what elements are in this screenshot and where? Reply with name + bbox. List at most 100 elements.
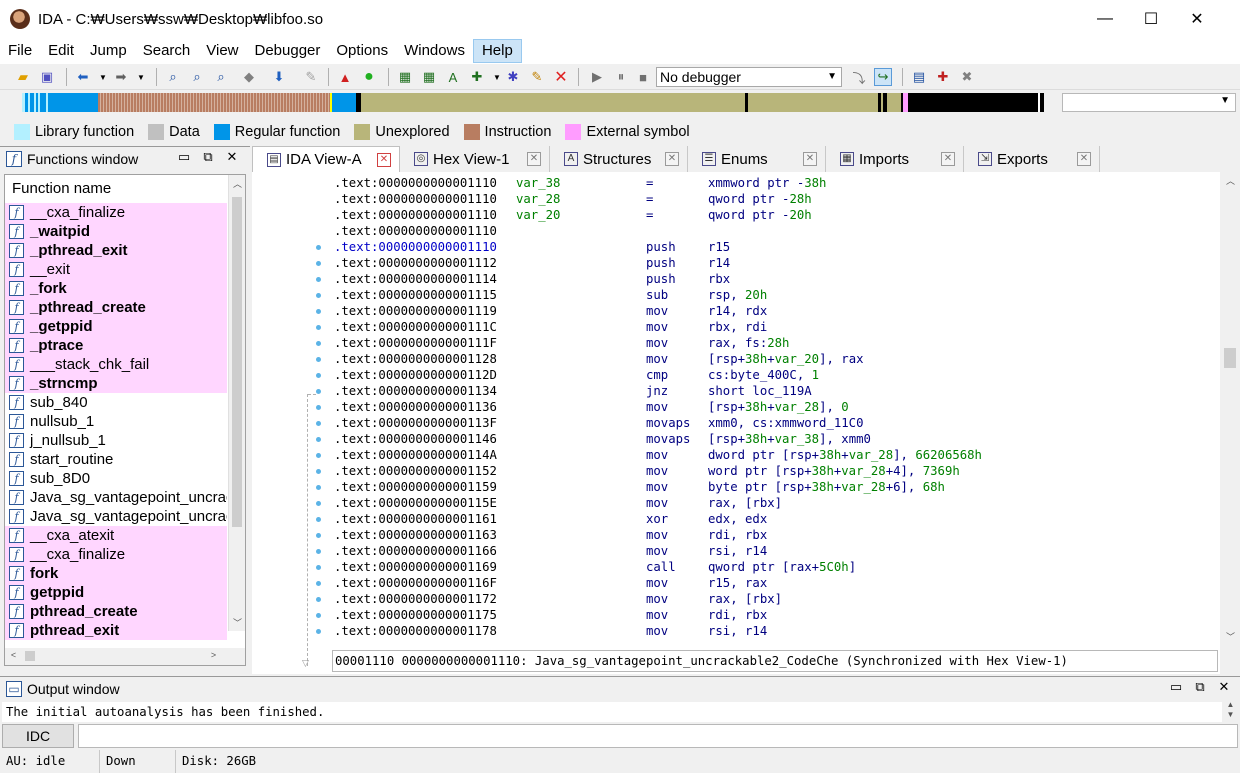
breakpoint-dot[interactable] (316, 581, 321, 586)
breakpoint-dot[interactable] (316, 357, 321, 362)
menu-help[interactable]: Help (472, 39, 522, 63)
function-list-item[interactable]: f Java_sg_vantagepoint_uncrackable2_CodeC… (5, 507, 227, 526)
function-list-item[interactable]: f fork (5, 564, 227, 583)
search-next-icon[interactable]: ◆ (240, 68, 258, 86)
scrollbar-thumb[interactable] (25, 651, 35, 661)
breakpoint-dot[interactable] (316, 453, 321, 458)
disasm-line[interactable]: .text:000000000000115E mov rax, [rbx] (334, 495, 1218, 511)
function-list-item[interactable]: f pthread_exit (5, 621, 227, 640)
tab-imports[interactable]: ▦ Imports ✕ (826, 146, 964, 172)
breakpoint-dot[interactable] (316, 293, 321, 298)
function-list-item[interactable]: f _ptrace (5, 336, 227, 355)
breakpoint-dot[interactable] (316, 261, 321, 266)
disasm-line[interactable]: .text:0000000000001115 sub rsp, 20h (334, 287, 1218, 303)
disasm-line[interactable]: .text:0000000000001110 push r15 (334, 239, 1218, 255)
breakpoint-dot[interactable] (316, 565, 321, 570)
search-immediate-icon[interactable]: ⌕ (212, 68, 230, 86)
menu-debugger[interactable]: Debugger (247, 39, 329, 63)
breakpoint-dot[interactable] (316, 629, 321, 634)
disasm-line[interactable]: .text:0000000000001128 mov [rsp+38h+var_20… (334, 351, 1218, 367)
function-list-item[interactable]: f sub_840 (5, 393, 227, 412)
make-code-icon[interactable]: ▦ (396, 68, 414, 86)
close-tab-icon[interactable]: ✕ (803, 152, 817, 166)
menu-search[interactable]: Search (135, 39, 199, 63)
warning-icon[interactable]: ▲ (336, 68, 354, 86)
disasm-line[interactable]: .text:0000000000001136 mov [rsp+38h+var_28… (334, 399, 1218, 415)
scroll-up-icon[interactable]: ︿ (1222, 174, 1239, 187)
mark-position-icon[interactable]: ✎ (302, 68, 320, 86)
function-list-item[interactable]: f _getppid (5, 317, 227, 336)
scroll-up-icon[interactable]: ▲ (1222, 700, 1239, 709)
disasm-line[interactable]: .text:000000000000112D cmp cs:byte_400C, 1 (334, 367, 1218, 383)
jump-down-icon[interactable]: ⬇ (270, 68, 288, 86)
function-list-item[interactable]: f Java_sg_vantagepoint_uncrackable2_MainA… (5, 488, 227, 507)
forward-arrow-icon[interactable]: ➡ (112, 68, 130, 86)
navigation-bar[interactable] (22, 93, 1048, 112)
disasm-line[interactable]: .text:000000000000113F movaps xmm0, cs:xmm… (334, 415, 1218, 431)
breakpoint-dot[interactable] (316, 341, 321, 346)
graph-icon[interactable]: ✱ (504, 68, 522, 86)
breakpoint-dot[interactable] (316, 325, 321, 330)
disasm-line[interactable]: .text:0000000000001166 mov rsi, r14 (334, 543, 1218, 559)
close-tab-icon[interactable]: ✕ (527, 152, 541, 166)
forward-dropdown-icon[interactable]: ▼ (132, 68, 150, 86)
make-data-icon[interactable]: ▦ (420, 68, 438, 86)
breakpoint-dot[interactable] (316, 309, 321, 314)
ida-view-a[interactable]: ▽ .text:0000000000001110 var_38 = xmmword p… (252, 172, 1240, 674)
float-panel-icon[interactable]: ⧉ (1190, 679, 1210, 695)
menu-options[interactable]: Options (328, 39, 396, 63)
search-binary-icon[interactable]: ⌕ (188, 68, 206, 86)
scroll-down-icon[interactable]: ﹀ (229, 616, 245, 629)
step-over-icon[interactable]: ↪ (874, 68, 892, 86)
open-folder-icon[interactable]: ▰ (14, 68, 32, 86)
run-analysis-icon[interactable]: ● (360, 68, 378, 86)
function-name-column-header[interactable]: Function name (5, 175, 245, 203)
function-list-item[interactable]: f _waitpid (5, 222, 227, 241)
function-list-item[interactable]: f nullsub_1 (5, 412, 227, 431)
breakpoint-dot[interactable] (316, 469, 321, 474)
function-list-item[interactable]: f j_nullsub_1 (5, 431, 227, 450)
minimize-panel-icon[interactable]: ▭ (174, 149, 194, 165)
command-input[interactable] (78, 724, 1238, 748)
tab-hex-view-1[interactable]: ◎ Hex View-1 ✕ (400, 146, 550, 172)
disasm-line[interactable]: .text:0000000000001110 (334, 223, 1218, 239)
disasm-line[interactable]: .text:000000000000111C mov rbx, rdi (334, 319, 1218, 335)
close-panel-icon[interactable]: ✕ (1214, 679, 1234, 695)
function-list-item[interactable]: f _strncmp (5, 374, 227, 393)
disasm-line[interactable]: .text:0000000000001169 call qword ptr [rax… (334, 559, 1218, 575)
output-scrollbar[interactable]: ▲ ▼ (1222, 700, 1240, 722)
disasm-line[interactable]: .text:0000000000001178 mov rsi, r14 (334, 623, 1218, 639)
disasm-line[interactable]: .text:0000000000001112 push r14 (334, 255, 1218, 271)
edit-icon[interactable]: ✎ (528, 68, 546, 86)
disasm-line[interactable]: .text:0000000000001114 push rbx (334, 271, 1218, 287)
breakpoint-dot[interactable] (316, 277, 321, 282)
scroll-down-icon[interactable]: ▼ (1222, 710, 1239, 719)
disassembly-scrollbar[interactable]: ︿ ﹀ (1220, 172, 1240, 674)
breakpoint-dot[interactable] (316, 501, 321, 506)
disasm-line[interactable]: .text:0000000000001119 mov r14, rdx (334, 303, 1218, 319)
function-list-item[interactable]: f _pthread_create (5, 298, 227, 317)
function-list-item[interactable]: f pthread_create (5, 602, 227, 621)
scroll-left-icon[interactable]: < (5, 650, 22, 660)
scroll-right-icon[interactable]: > (205, 650, 222, 660)
start-debugger-icon[interactable]: ▶ (588, 68, 606, 86)
breakpoint-dot[interactable] (316, 245, 321, 250)
disasm-line[interactable]: .text:0000000000001172 mov rax, [rbx] (334, 591, 1218, 607)
breakpoint-dot[interactable] (316, 613, 321, 618)
navigation-select[interactable]: ▼ (1062, 93, 1236, 112)
menu-view[interactable]: View (198, 39, 246, 63)
disasm-line[interactable]: .text:0000000000001110 var_38 = xmmword ptr… (334, 175, 1218, 191)
functions-horizontal-scrollbar[interactable]: < > (5, 648, 245, 665)
breakpoint-dot[interactable] (316, 517, 321, 522)
add-breakpoint-icon[interactable]: ✚ (934, 68, 952, 86)
undefine-icon[interactable]: ✕ (552, 68, 570, 86)
back-dropdown-icon[interactable]: ▼ (94, 68, 112, 86)
step-into-icon[interactable]: ⤵ (850, 68, 868, 86)
stop-debugger-icon[interactable]: ■ (634, 68, 652, 86)
disasm-line[interactable]: .text:0000000000001159 mov byte ptr [rsp+3… (334, 479, 1218, 495)
function-list-item[interactable]: f __cxa_finalize (5, 203, 227, 222)
maximize-button[interactable]: ☐ (1128, 0, 1174, 38)
breakpoint-dot[interactable] (316, 405, 321, 410)
functions-vertical-scrollbar[interactable]: ︿ ﹀ (228, 175, 245, 631)
scroll-down-icon[interactable]: ﹀ (1222, 630, 1239, 643)
